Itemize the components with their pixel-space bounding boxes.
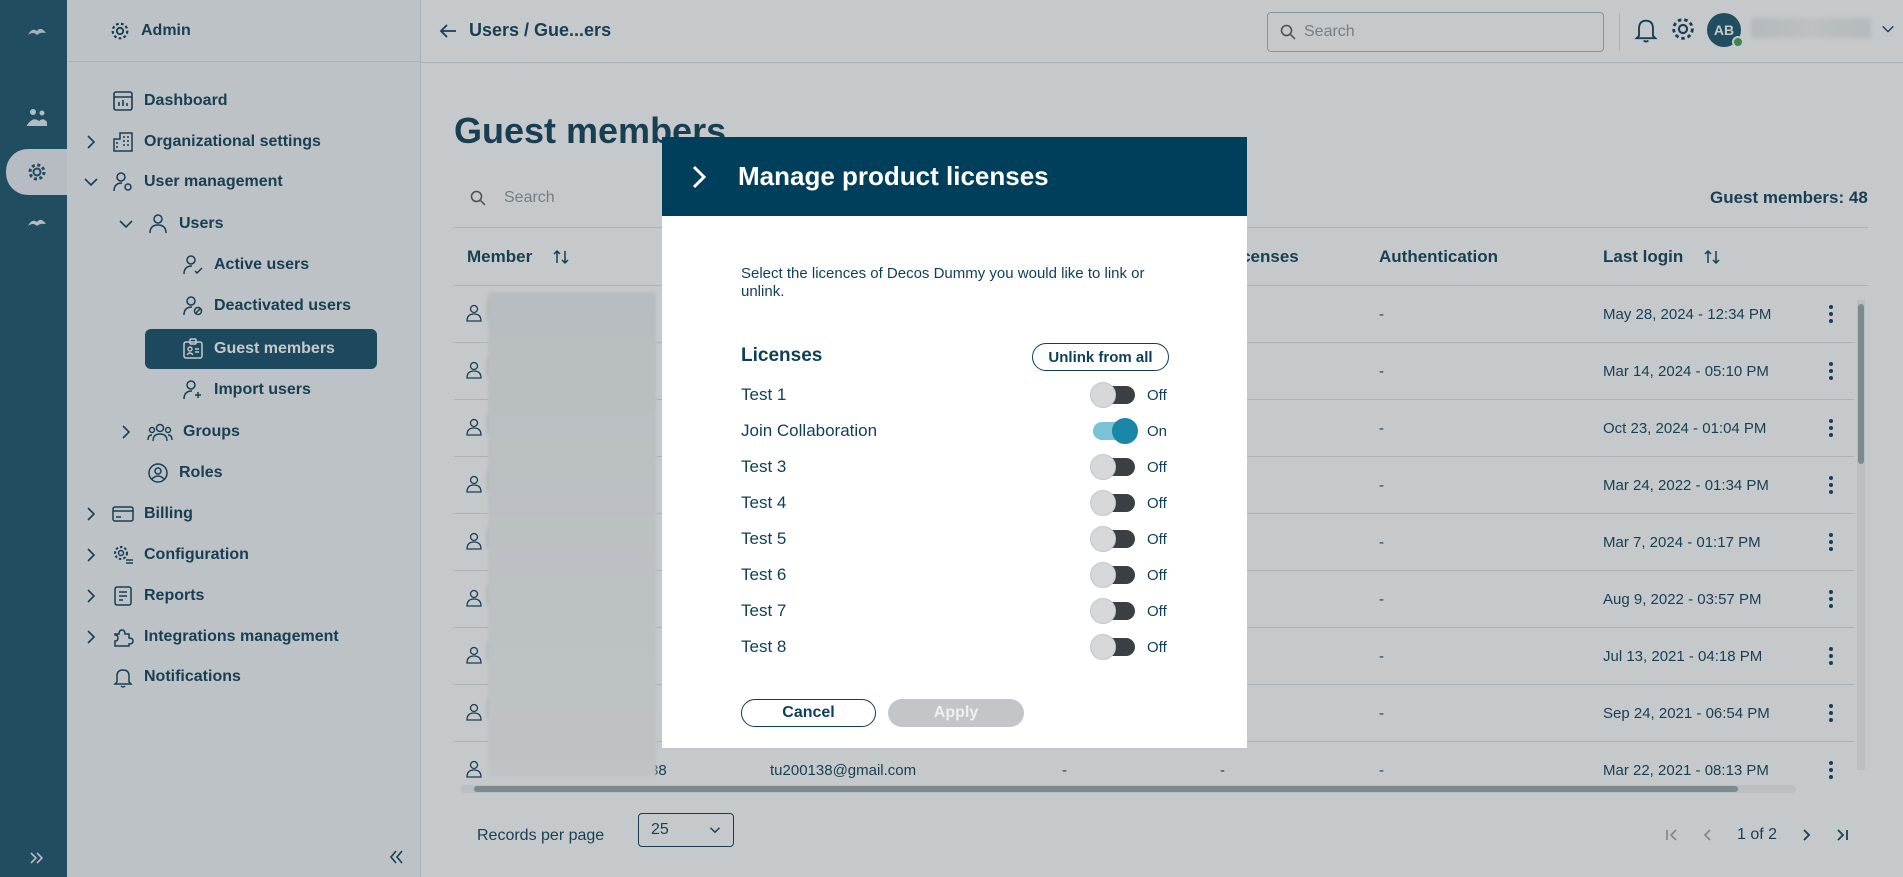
- apply-button[interactable]: Apply: [888, 699, 1024, 727]
- license-toggle[interactable]: [1090, 526, 1135, 552]
- chevron-right-icon[interactable]: [690, 164, 708, 190]
- license-toggle[interactable]: [1090, 490, 1135, 516]
- licenses-heading: Licenses: [741, 345, 823, 366]
- license-toggle[interactable]: [1090, 454, 1135, 480]
- license-toggle[interactable]: [1090, 562, 1135, 588]
- dialog-header: Manage product licenses: [662, 137, 1247, 216]
- license-row-test-3: Test 3 Off: [741, 452, 1171, 482]
- license-row-test-4: Test 4 Off: [741, 488, 1171, 518]
- license-row-join-collaboration: Join Collaboration On: [741, 416, 1171, 446]
- license-toggle[interactable]: [1090, 634, 1135, 660]
- license-row-test-1: Test 1 Off: [741, 380, 1171, 410]
- dialog-description: Select the licences of Decos Dummy you w…: [741, 265, 1145, 300]
- dialog-title: Manage product licenses: [738, 161, 1049, 191]
- license-row-test-6: Test 6 Off: [741, 560, 1171, 590]
- license-row-test-7: Test 7 Off: [741, 596, 1171, 626]
- license-toggle[interactable]: [1090, 598, 1135, 624]
- manage-licenses-dialog: Manage product licenses Select the licen…: [662, 137, 1247, 748]
- license-row-test-5: Test 5 Off: [741, 524, 1171, 554]
- license-toggle[interactable]: [1090, 382, 1135, 408]
- cancel-button[interactable]: Cancel: [741, 699, 876, 727]
- license-row-test-8: Test 8 Off: [741, 632, 1171, 662]
- unlink-from-all-button[interactable]: Unlink from all: [1032, 343, 1169, 371]
- license-toggle[interactable]: [1093, 418, 1138, 444]
